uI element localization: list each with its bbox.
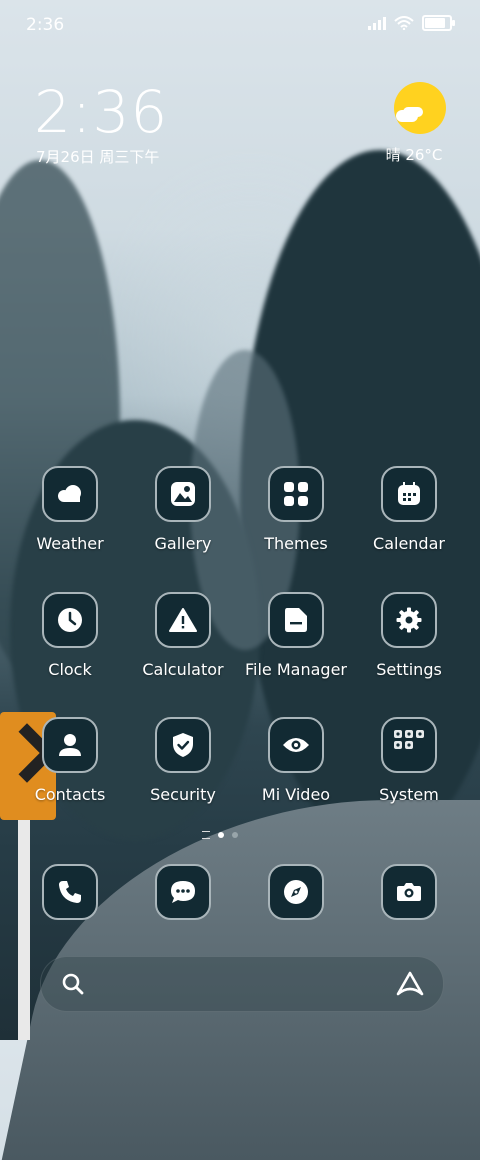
app-calculator[interactable]: Calculator xyxy=(128,592,238,679)
clock-widget-date[interactable]: 7月26日 周三下午 xyxy=(36,146,159,167)
dock-messages[interactable] xyxy=(128,864,238,920)
app-settings[interactable]: Settings xyxy=(354,592,464,679)
file-manager-icon xyxy=(285,608,307,632)
app-calendar[interactable]: Calendar xyxy=(354,466,464,553)
phone-icon xyxy=(59,881,81,903)
app-mi-video[interactable]: Mi Video xyxy=(241,717,351,804)
browser-icon xyxy=(284,880,308,904)
weather-icon xyxy=(58,485,81,502)
clock-icon xyxy=(58,608,82,632)
page-indicator[interactable] xyxy=(202,831,238,839)
app-clock[interactable]: Clock xyxy=(15,592,125,679)
gallery-icon xyxy=(171,482,195,506)
page-dot xyxy=(232,832,238,838)
app-contacts[interactable]: Contacts xyxy=(15,717,125,804)
page-dot-active xyxy=(218,832,224,838)
status-bar: 2:36 xyxy=(0,0,480,50)
app-weather[interactable]: Weather xyxy=(15,466,125,553)
app-gallery[interactable]: Gallery xyxy=(128,466,238,553)
sunny-icon xyxy=(394,82,446,134)
app-file-manager[interactable]: File Manager xyxy=(241,592,351,679)
app-themes[interactable]: Themes xyxy=(241,466,351,553)
system-folder-icon xyxy=(394,730,424,749)
security-icon xyxy=(173,733,193,757)
calculator-icon xyxy=(169,608,197,632)
contacts-icon xyxy=(59,734,81,756)
camera-icon xyxy=(397,883,421,901)
clock-widget-time[interactable]: 2:36 xyxy=(34,78,168,146)
settings-icon xyxy=(396,607,422,633)
messages-icon xyxy=(171,881,195,903)
app-security[interactable]: Security xyxy=(128,717,238,804)
search-icon[interactable] xyxy=(61,972,85,996)
dock-browser[interactable] xyxy=(241,864,351,920)
menu-lines-icon xyxy=(202,831,210,839)
weather-widget[interactable]: 晴 26°C xyxy=(386,82,448,165)
wifi-icon xyxy=(394,16,414,30)
status-time: 2:36 xyxy=(26,15,65,35)
themes-icon xyxy=(284,482,308,506)
dock-camera[interactable] xyxy=(354,864,464,920)
dock-phone[interactable] xyxy=(15,864,125,920)
mi-video-icon xyxy=(283,738,309,752)
assistant-icon[interactable] xyxy=(395,970,425,998)
app-system-folder[interactable]: System xyxy=(354,717,464,804)
calendar-icon xyxy=(398,482,420,505)
search-bar[interactable] xyxy=(40,956,444,1012)
battery-icon xyxy=(422,15,455,31)
weather-widget-text: 晴 26°C xyxy=(385,146,443,164)
signal-icon xyxy=(368,16,386,30)
